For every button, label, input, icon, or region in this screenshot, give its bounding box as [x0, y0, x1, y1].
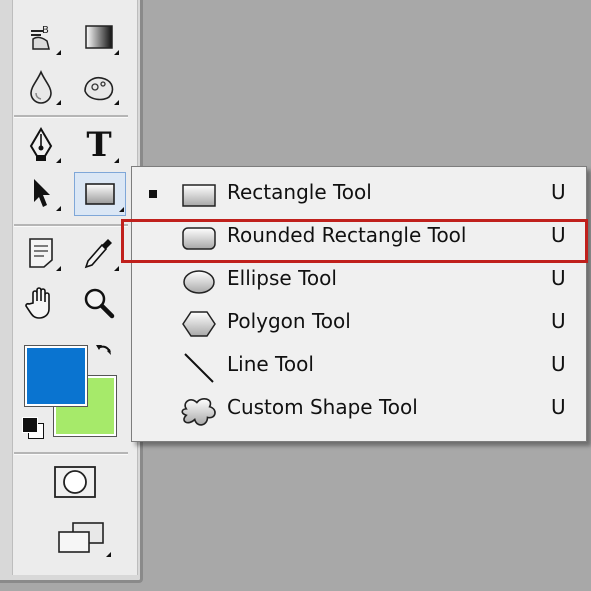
submenu-indicator	[56, 50, 61, 55]
submenu-indicator	[56, 266, 61, 271]
toolbox-divider	[14, 452, 128, 455]
menu-item-shortcut: U	[551, 395, 566, 419]
gradient-icon	[85, 25, 113, 49]
toolbox-divider	[14, 224, 128, 227]
dodge-tool[interactable]	[78, 66, 120, 108]
menu-item-shortcut: U	[551, 352, 566, 376]
history-brush-icon: B	[31, 25, 50, 50]
menu-item-label: Rectangle Tool	[227, 180, 372, 204]
eyedropper-tool[interactable]	[78, 232, 120, 274]
line-icon	[184, 353, 214, 383]
menu-item-label: Line Tool	[227, 352, 314, 376]
pen-nib-icon	[29, 127, 53, 161]
notes-tool[interactable]	[20, 232, 62, 274]
zoom-tool[interactable]	[78, 282, 120, 324]
hand-tool[interactable]	[20, 282, 62, 324]
toolbox-divider	[14, 115, 128, 118]
submenu-indicator	[56, 206, 61, 211]
rectangle-shape-tool[interactable]	[74, 172, 126, 216]
rectangle-shape-icon	[85, 183, 115, 205]
menu-item-label: Custom Shape Tool	[227, 395, 418, 419]
menu-item-rectangle-tool[interactable]: Rectangle Tool U	[132, 173, 586, 216]
screen-mode-icon	[58, 522, 104, 553]
submenu-indicator	[56, 100, 61, 105]
menu-item-shortcut: U	[551, 309, 566, 333]
blur-drop-icon	[30, 70, 52, 104]
menu-item-shortcut: U	[551, 180, 566, 204]
ellipse-icon	[183, 270, 215, 294]
selected-bullet-icon	[149, 190, 157, 198]
submenu-indicator	[114, 100, 119, 105]
magnifier-icon	[84, 288, 115, 319]
quick-mask-icon	[54, 466, 96, 498]
tools-panel: B T	[0, 0, 143, 583]
hand-icon	[25, 287, 50, 319]
menu-item-ellipse-tool[interactable]: Ellipse Tool U	[132, 259, 586, 302]
menu-item-label: Ellipse Tool	[227, 266, 337, 290]
history-brush-tool[interactable]: B	[20, 16, 62, 58]
arrow-pointer-icon	[34, 179, 50, 207]
eyedropper-icon	[84, 239, 112, 269]
note-icon	[29, 238, 53, 268]
menu-item-line-tool[interactable]: Line Tool U	[132, 345, 586, 388]
menu-item-custom-shape-tool[interactable]: Custom Shape Tool U	[132, 388, 586, 431]
submenu-indicator	[114, 266, 119, 271]
text-tool-glyph: T	[86, 125, 112, 165]
submenu-indicator	[114, 50, 119, 55]
menu-item-shortcut: U	[551, 266, 566, 290]
custom-shape-icon	[181, 398, 216, 426]
blur-tool[interactable]	[20, 66, 62, 108]
default-colors-icon[interactable]	[22, 417, 46, 441]
shape-tools-flyout-menu: Rectangle Tool U Rounded Rectangle Tool …	[131, 166, 587, 442]
menu-item-label: Polygon Tool	[227, 309, 351, 333]
submenu-indicator	[56, 158, 61, 163]
highlight-annotation-box	[121, 219, 588, 263]
polygon-icon	[182, 311, 216, 337]
menu-item-polygon-tool[interactable]: Polygon Tool U	[132, 302, 586, 345]
pen-tool[interactable]	[20, 124, 62, 166]
submenu-indicator	[114, 158, 119, 163]
rectangle-icon	[182, 184, 216, 207]
submenu-indicator	[106, 552, 111, 557]
sponge-icon	[84, 76, 114, 101]
svg-text:B: B	[42, 25, 49, 36]
quick-mask-button[interactable]	[50, 460, 100, 504]
foreground-color-swatch[interactable]	[24, 345, 88, 407]
text-tool[interactable]: T	[78, 124, 120, 166]
gradient-tool[interactable]	[78, 16, 120, 58]
screen-mode-button[interactable]	[50, 516, 112, 560]
path-selection-tool[interactable]	[20, 172, 62, 214]
submenu-indicator	[119, 207, 124, 212]
swap-colors-icon[interactable]	[93, 340, 117, 364]
